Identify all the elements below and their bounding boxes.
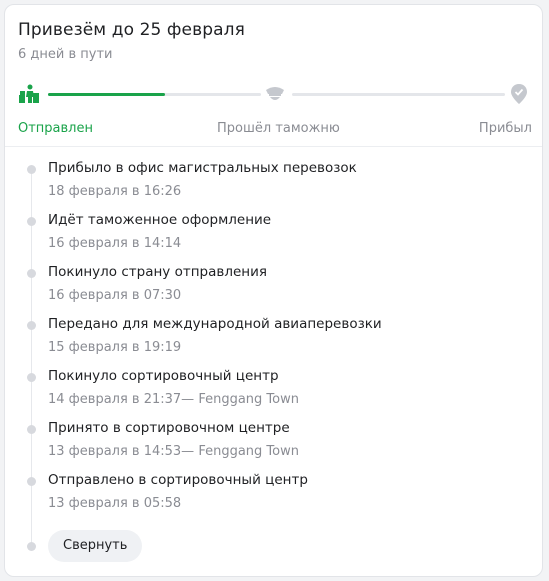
timeline-event: Передано для международной авиаперевозки… [5, 316, 542, 368]
timeline-dot [27, 542, 36, 551]
event-time: 13 февраля в 05:58 [48, 496, 182, 511]
timeline-dot [27, 425, 36, 434]
event-title: Покинуло сортировочный центр [48, 368, 279, 384]
progress-track-second [292, 93, 505, 96]
progress-track-first [48, 93, 261, 96]
timeline-dot [27, 321, 36, 330]
stage-label-sent: Отправлен [18, 121, 93, 136]
stage-label-customs: Прошёл таможню [217, 121, 340, 136]
stage-label-arrived: Прибыл [478, 121, 532, 136]
event-time: 13 февраля в 14:53— Fenggang Town [48, 444, 299, 459]
timeline-dot [27, 373, 36, 382]
timeline-dot [27, 217, 36, 226]
event-time: 18 февраля в 16:26 [48, 184, 182, 199]
event-time: 14 февраля в 21:37— Fenggang Town [48, 392, 299, 407]
event-time: 15 февраля в 19:19 [48, 340, 182, 355]
timeline-dot [27, 165, 36, 174]
timeline-event: Прибыло в офис магистральных перевозок 1… [5, 160, 542, 212]
timeline-event: Покинуло сортировочный центр 14 февраля … [5, 368, 542, 420]
timeline-event: Принято в сортировочном центре 13 феврал… [5, 420, 542, 472]
event-time: 16 февраля в 07:30 [48, 288, 182, 303]
timeline-dot [27, 477, 36, 486]
delivery-progress: Отправлен Прошёл таможню Прибыл [5, 83, 544, 143]
event-title: Идёт таможенное оформление [48, 212, 272, 228]
location-pin-check-icon [508, 83, 530, 105]
shipment-icon [18, 83, 40, 105]
transit-duration: 6 дней в пути [18, 47, 113, 62]
event-time: 16 февраля в 14:14 [48, 236, 182, 251]
event-title: Покинуло страну отправления [48, 264, 267, 280]
timeline-event: Покинуло страну отправления 16 февраля в… [5, 264, 542, 316]
collapse-row: Свернуть [5, 530, 542, 564]
event-title: Принято в сортировочном центре [48, 420, 290, 436]
tracking-card: Привезём до 25 февраля 6 дней в пути Отп… [4, 4, 543, 577]
event-title: Прибыло в офис магистральных перевозок [48, 160, 357, 176]
progress-track-fill [48, 93, 166, 96]
collapse-button[interactable]: Свернуть [48, 530, 143, 562]
divider [5, 146, 542, 147]
timeline-event: Отправлено в сортировочный центр 13 февр… [5, 472, 542, 524]
timeline-dot [27, 269, 36, 278]
timeline-event: Идёт таможенное оформление 16 февраля в … [5, 212, 542, 264]
event-title: Передано для международной авиаперевозки [48, 316, 382, 332]
event-title: Отправлено в сортировочный центр [48, 472, 308, 488]
delivery-title: Привезём до 25 февраля [18, 20, 245, 40]
customs-officer-icon [264, 83, 286, 105]
